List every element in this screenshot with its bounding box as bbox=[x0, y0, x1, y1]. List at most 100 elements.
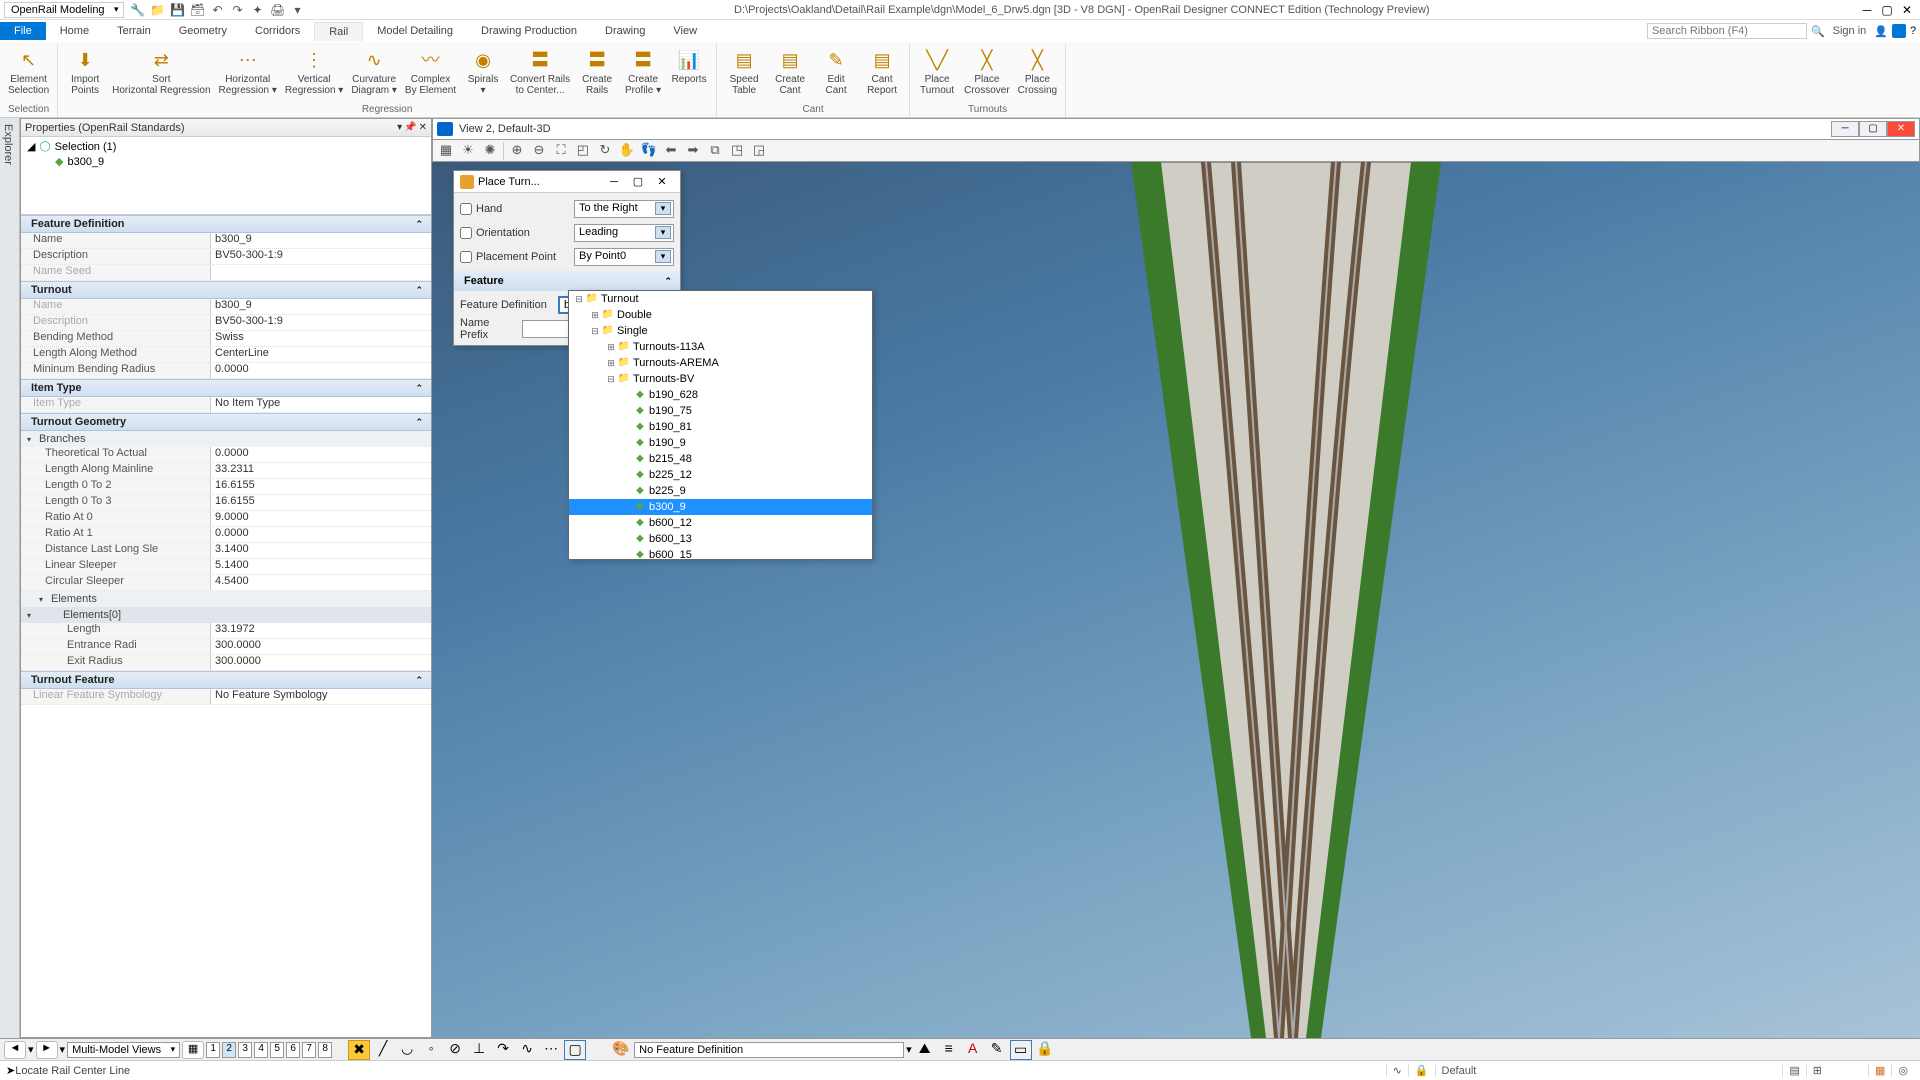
prop-value[interactable]: 5.1400 bbox=[211, 559, 431, 574]
view-8[interactable]: 8 bbox=[318, 1042, 332, 1058]
ribbon-btn-complex[interactable]: 〰ComplexBy Element bbox=[403, 44, 458, 98]
tree-node-b600-15[interactable]: ◆b600_15 bbox=[569, 547, 872, 560]
prop-value[interactable]: 0.0000 bbox=[211, 527, 431, 542]
snap2-icon[interactable]: ◎ bbox=[1891, 1064, 1914, 1077]
view-prev-icon[interactable]: ⬅ bbox=[662, 142, 680, 160]
clip-volume-icon[interactable]: ◳ bbox=[728, 142, 746, 160]
sub-head[interactable]: Elements bbox=[21, 591, 431, 607]
tool-more2[interactable]: ⋯ bbox=[540, 1040, 562, 1060]
grid-icon[interactable]: ▦ bbox=[1868, 1064, 1891, 1077]
ribbon-btn-spirals[interactable]: ◉Spirals▾ bbox=[462, 44, 504, 98]
dialog-max-button[interactable]: ▢ bbox=[626, 175, 650, 188]
orient-checkbox[interactable] bbox=[460, 227, 472, 239]
section-head[interactable]: Turnout Feature bbox=[21, 671, 431, 689]
sub-head[interactable]: Branches bbox=[21, 431, 431, 447]
menu-drawing-production[interactable]: Drawing Production bbox=[467, 22, 591, 41]
tree-node-double[interactable]: ⊞📁Double bbox=[569, 307, 872, 323]
orient-dropdown[interactable]: Leading bbox=[574, 224, 674, 242]
menu-view[interactable]: View bbox=[659, 22, 711, 41]
tool-palette[interactable]: 🎨 bbox=[610, 1040, 632, 1060]
search-icon[interactable]: 🔍 bbox=[1811, 25, 1825, 38]
prop-value[interactable]: Swiss bbox=[211, 331, 431, 346]
dialog-min-button[interactable]: ─ bbox=[602, 176, 626, 188]
ribbon-btn-vertical[interactable]: ⋮VerticalRegression ▾ bbox=[283, 44, 345, 98]
tree-node-b225-9[interactable]: ◆b225_9 bbox=[569, 483, 872, 499]
section-head[interactable]: Item Type bbox=[21, 379, 431, 397]
prop-value[interactable]: b300_9 bbox=[211, 299, 431, 314]
user-icon[interactable]: 👤 bbox=[1874, 25, 1888, 38]
prop-value[interactable]: 3.1400 bbox=[211, 543, 431, 558]
dropdown-icon[interactable]: ▾ bbox=[397, 122, 402, 133]
dialog-title-bar[interactable]: Place Turn... ─ ▢ ✕ bbox=[454, 171, 680, 193]
view-next-icon[interactable]: ➡ bbox=[684, 142, 702, 160]
section-head[interactable]: Turnout Geometry bbox=[21, 413, 431, 431]
undo-icon[interactable]: ↶ bbox=[210, 2, 226, 18]
tree-node-b190-9[interactable]: ◆b190_9 bbox=[569, 435, 872, 451]
prop-value[interactable]: BV50-300-1:9 bbox=[211, 315, 431, 330]
prop-value[interactable]: 16.6155 bbox=[211, 479, 431, 494]
ribbon-btn-horizontal[interactable]: ⋯HorizontalRegression ▾ bbox=[217, 44, 279, 98]
selection-node[interactable]: ◢◯Selection (1) bbox=[27, 139, 425, 154]
nav-fwd-button[interactable]: ► bbox=[36, 1041, 58, 1059]
ribbon-btn-import[interactable]: ⬇ImportPoints bbox=[64, 44, 106, 98]
prop-value[interactable]: CenterLine bbox=[211, 347, 431, 362]
lock-status-icon[interactable]: 🔒 bbox=[1408, 1064, 1435, 1077]
tool-selected[interactable]: ✖ bbox=[348, 1040, 370, 1060]
workflow-dropdown[interactable]: OpenRail Modeling bbox=[4, 2, 124, 18]
feature-def-input[interactable] bbox=[634, 1042, 904, 1058]
clip-mask-icon[interactable]: ◲ bbox=[750, 142, 768, 160]
explorer-tab-collapsed[interactable]: Explorer bbox=[0, 118, 20, 1038]
ribbon-btn-element[interactable]: ↖ElementSelection bbox=[6, 44, 51, 98]
tool-perp[interactable]: ⊥ bbox=[468, 1040, 490, 1060]
view-max-button[interactable]: ▢ bbox=[1859, 121, 1887, 137]
tree-node-b600-13[interactable]: ◆b600_13 bbox=[569, 531, 872, 547]
tree-node-single[interactable]: ⊟📁Single bbox=[569, 323, 872, 339]
menu-geometry[interactable]: Geometry bbox=[165, 22, 241, 41]
more-icon[interactable]: ▾ bbox=[290, 2, 306, 18]
dim-icon[interactable]: ⊞ bbox=[1806, 1064, 1828, 1077]
view-3[interactable]: 3 bbox=[238, 1042, 252, 1058]
help-icon[interactable]: ? bbox=[1906, 25, 1920, 37]
view-7[interactable]: 7 bbox=[302, 1042, 316, 1058]
tool-more1[interactable]: ∿ bbox=[516, 1040, 538, 1060]
tool-layers[interactable]: ≡ bbox=[938, 1040, 960, 1060]
tree-node-b215-48[interactable]: ◆b215_48 bbox=[569, 451, 872, 467]
hand-dropdown[interactable]: To the Right bbox=[574, 200, 674, 218]
tool-annotate[interactable]: ✎ bbox=[986, 1040, 1008, 1060]
selected-item[interactable]: ◆b300_9 bbox=[27, 154, 425, 169]
hand-checkbox[interactable] bbox=[460, 203, 472, 215]
menu-model-detailing[interactable]: Model Detailing bbox=[363, 22, 467, 41]
prop-value[interactable]: 0.0000 bbox=[211, 447, 431, 462]
ribbon-btn-create[interactable]: 〓CreateProfile ▾ bbox=[622, 44, 664, 98]
menu-home[interactable]: Home bbox=[46, 22, 103, 41]
sign-in-link[interactable]: Sign in bbox=[1825, 25, 1875, 37]
tree-node-b190-75[interactable]: ◆b190_75 bbox=[569, 403, 872, 419]
prop-value[interactable]: 300.0000 bbox=[211, 655, 431, 670]
zoom-out-icon[interactable]: ⊖ bbox=[530, 142, 548, 160]
brightness-icon[interactable]: ✺ bbox=[481, 142, 499, 160]
tree-node-b300-9[interactable]: ◆b300_9 bbox=[569, 499, 872, 515]
prop-value[interactable] bbox=[211, 265, 431, 280]
print-icon[interactable]: 🖨 bbox=[270, 2, 286, 18]
walk-icon[interactable]: 👣 bbox=[640, 142, 658, 160]
menu-drawing[interactable]: Drawing bbox=[591, 22, 659, 41]
tool-box[interactable]: ▢ bbox=[564, 1040, 586, 1060]
rotate-icon[interactable]: ↻ bbox=[596, 142, 614, 160]
tool-tangent[interactable]: ⊘ bbox=[444, 1040, 466, 1060]
tree-node-b600-12[interactable]: ◆b600_12 bbox=[569, 515, 872, 531]
pin-icon[interactable]: 📌 bbox=[404, 122, 416, 133]
prop-value[interactable]: 4.5400 bbox=[211, 575, 431, 590]
tree-node-b225-12[interactable]: ◆b225_12 bbox=[569, 467, 872, 483]
prop-value[interactable]: BV50-300-1:9 bbox=[211, 249, 431, 264]
prop-value[interactable]: b300_9 bbox=[211, 233, 431, 248]
tree-node-b190-81[interactable]: ◆b190_81 bbox=[569, 419, 872, 435]
view-6[interactable]: 6 bbox=[286, 1042, 300, 1058]
prop-value[interactable]: 9.0000 bbox=[211, 511, 431, 526]
tool-arc[interactable]: ◡ bbox=[396, 1040, 418, 1060]
view-close-button[interactable]: ✕ bbox=[1887, 121, 1915, 137]
zoom-icon[interactable]: ⊕ bbox=[508, 142, 526, 160]
menu-corridors[interactable]: Corridors bbox=[241, 22, 314, 41]
feat-def-menu[interactable]: ▾ bbox=[906, 1043, 912, 1056]
sub-head[interactable]: Elements[0] bbox=[21, 607, 431, 623]
prop-value[interactable]: No Item Type bbox=[211, 397, 431, 412]
